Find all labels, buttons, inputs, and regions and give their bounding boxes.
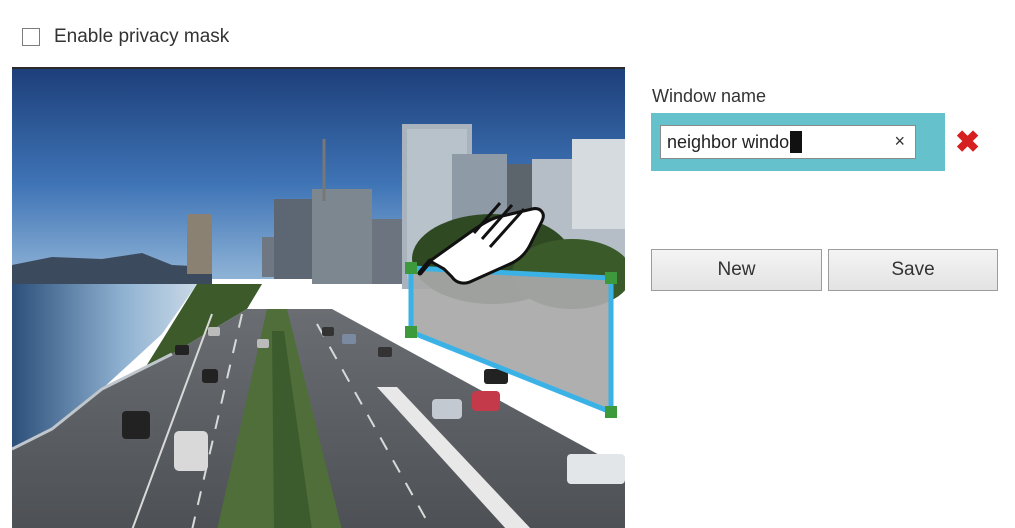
window-name-label: Window name <box>652 86 767 106</box>
enable-privacy-mask-checkbox[interactable] <box>22 28 40 46</box>
save-button[interactable]: Save <box>828 249 998 291</box>
camera-scene <box>12 69 625 528</box>
text-caret <box>790 131 803 153</box>
mask-handle-bottom-right <box>605 406 617 418</box>
video-preview[interactable] <box>12 67 625 528</box>
window-name-value: neighbor windo <box>667 131 790 152</box>
mask-handle-bottom-left <box>405 326 417 338</box>
window-name-input[interactable]: neighbor windo × <box>660 125 916 159</box>
privacy-mask-row: Enable privacy mask <box>22 26 229 48</box>
new-button[interactable]: New <box>651 249 822 291</box>
mask-handle-top-right <box>605 272 617 284</box>
mask-handle-top-left <box>405 262 417 274</box>
enable-privacy-mask-label: Enable privacy mask <box>54 26 230 47</box>
delete-icon[interactable]: ✖ <box>955 128 980 158</box>
clear-icon[interactable]: × <box>894 131 905 152</box>
